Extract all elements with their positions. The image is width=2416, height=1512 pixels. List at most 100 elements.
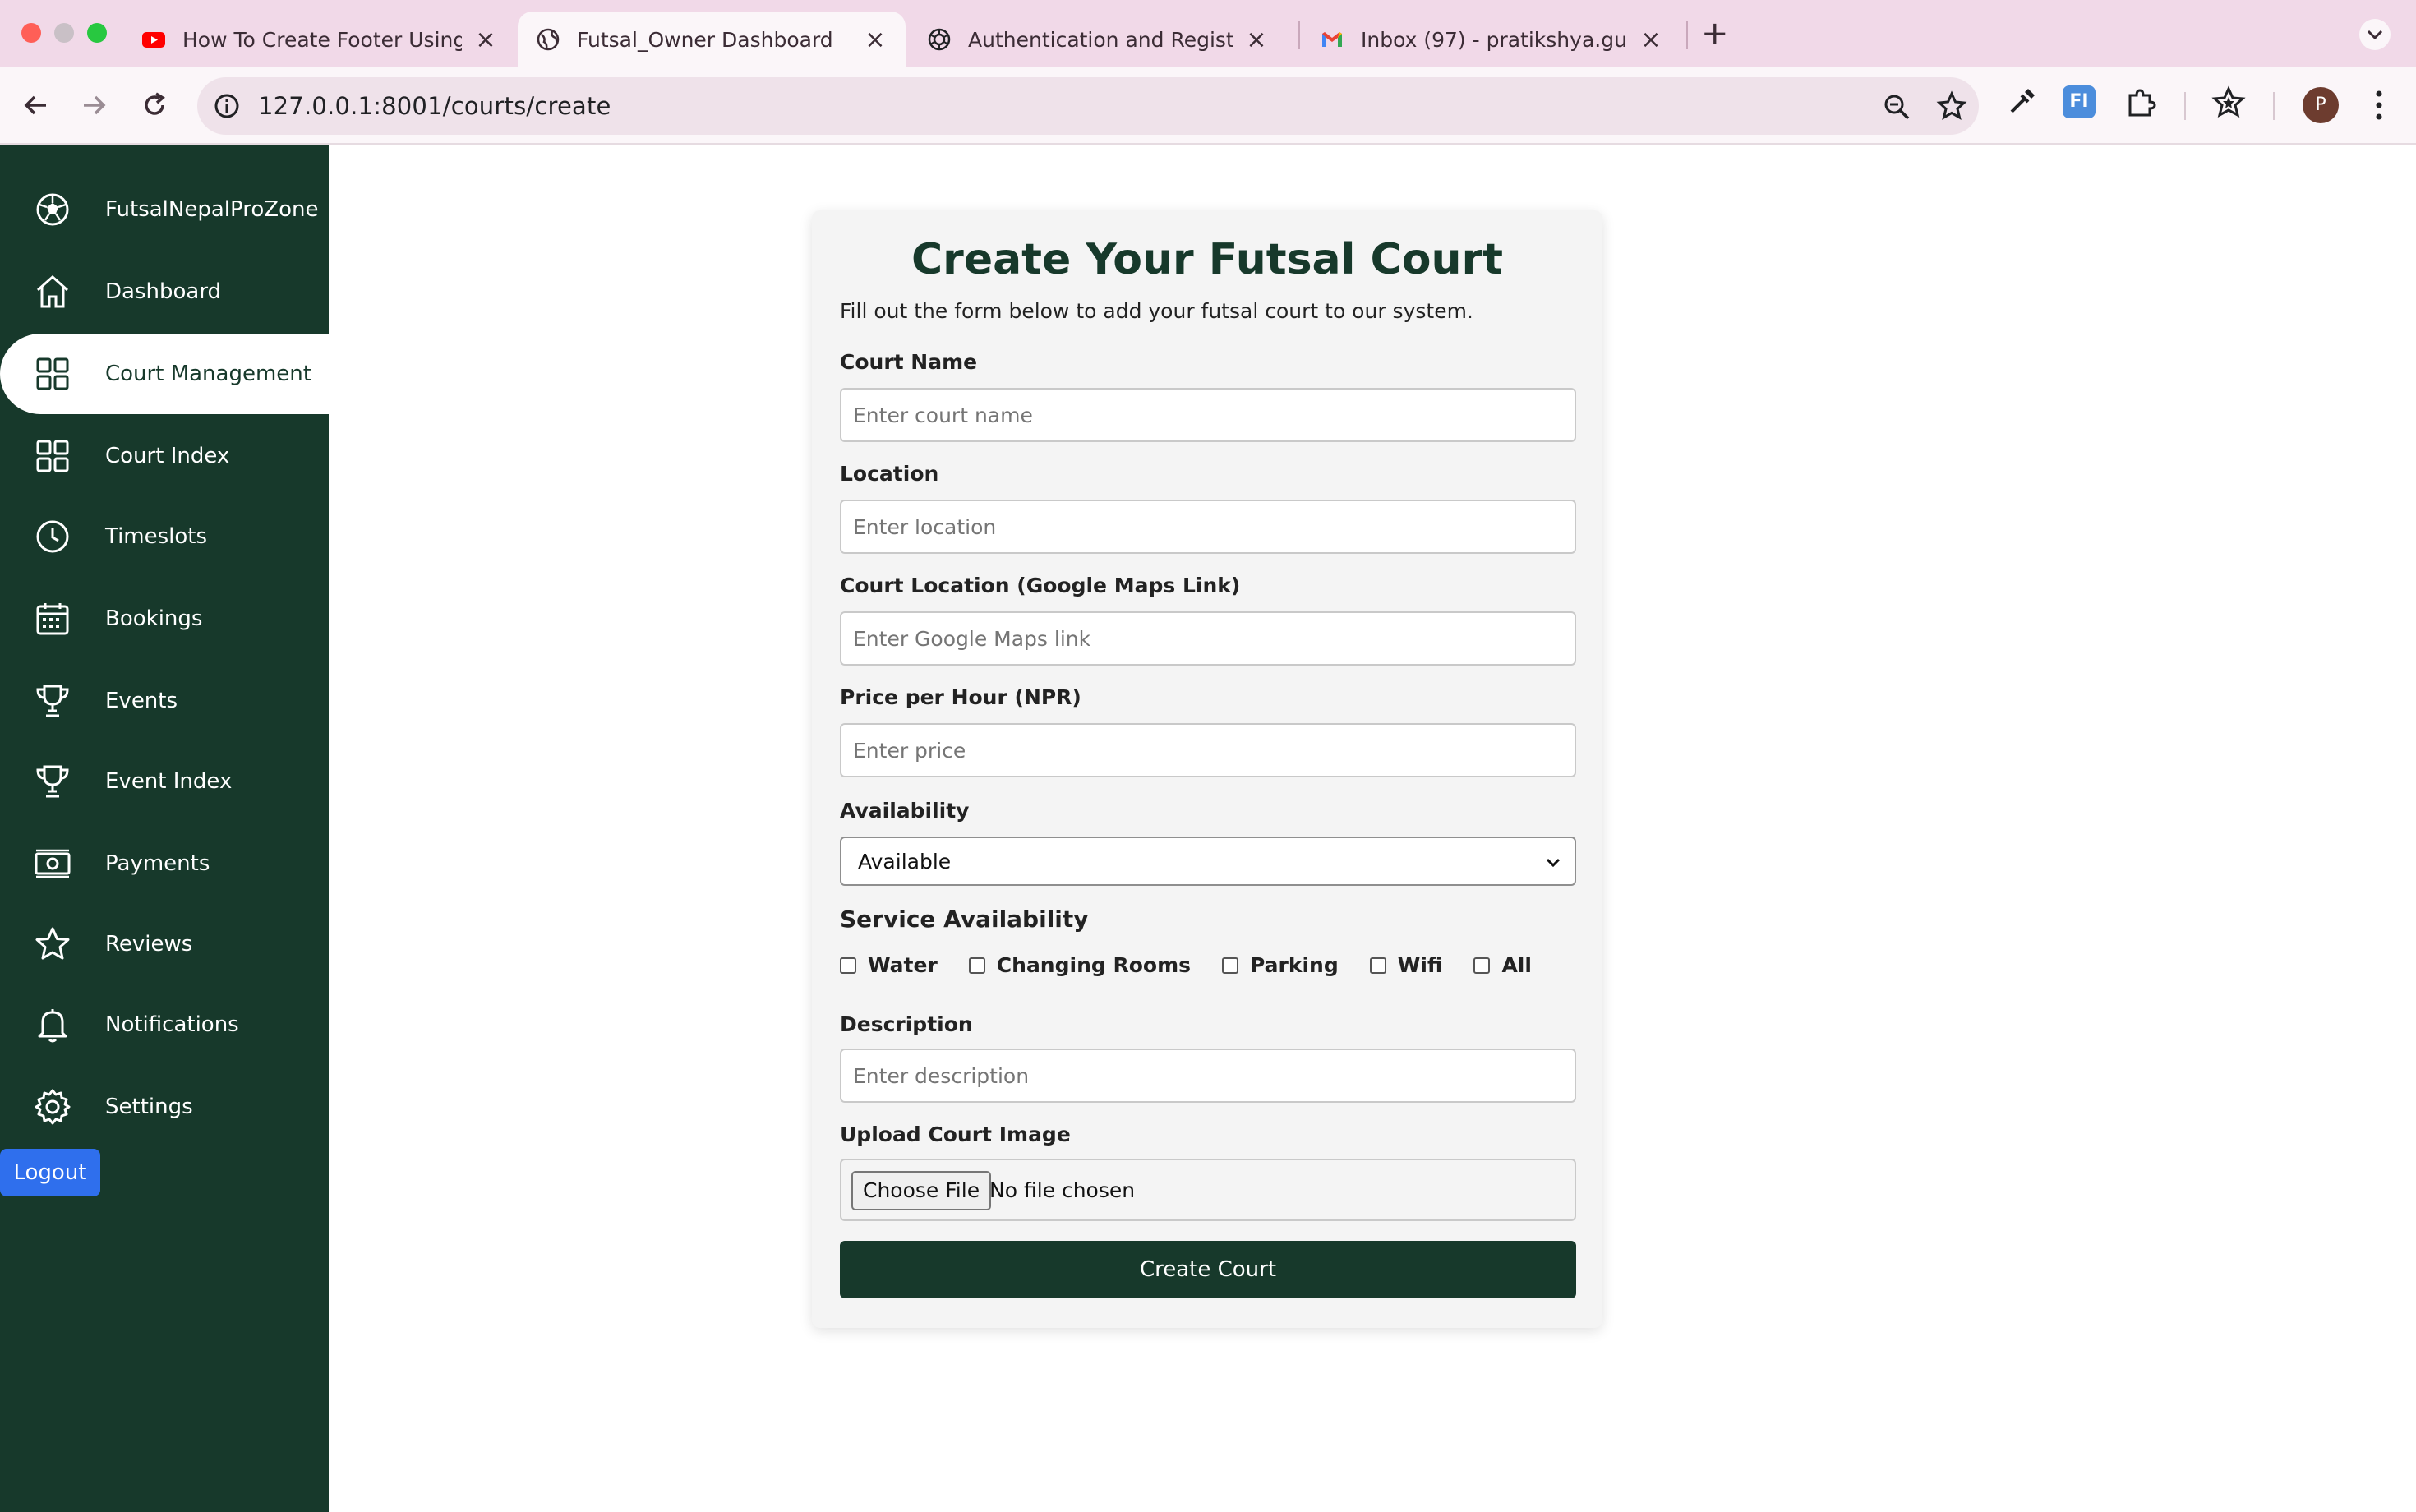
checkbox-label: Water [868, 953, 938, 977]
maps-link-label: Court Location (Google Maps Link) [840, 574, 1241, 597]
all-checkbox[interactable] [1473, 957, 1491, 974]
availability-select[interactable]: Available [840, 837, 1576, 886]
tab-close-icon[interactable]: × [1639, 25, 1663, 54]
sidebar-item-label: Court Management [105, 362, 311, 386]
clock-icon [36, 520, 69, 553]
bell-icon [38, 1009, 67, 1043]
grid-icon [36, 440, 69, 472]
toolbar-separator [2273, 92, 2275, 120]
sidebar-item-reviews[interactable]: Reviews [0, 904, 329, 984]
wifi-checkbox[interactable] [1369, 957, 1386, 974]
sidebar-item-label: Events [105, 689, 178, 713]
service-option-parking[interactable]: Parking [1222, 953, 1339, 977]
sidebar: FutsalNepalProZone Dashboard Court Manag… [0, 145, 329, 1512]
chevron-down-icon[interactable] [2357, 18, 2393, 51]
service-option-water[interactable]: Water [840, 953, 938, 977]
service-checkbox-group: Water Changing Rooms Parking Wifi All [840, 953, 1563, 977]
page-title: Create Your Futsal Court [911, 235, 1503, 284]
gear-icon [35, 1089, 71, 1125]
window-close-button[interactable] [21, 23, 41, 43]
location-input[interactable] [840, 500, 1576, 554]
calendar-icon [36, 603, 69, 635]
description-input[interactable] [840, 1049, 1576, 1103]
home-icon [37, 274, 68, 308]
gmail-icon [1322, 32, 1342, 47]
price-input[interactable] [840, 723, 1576, 777]
browser-toolbar: 127.0.0.1:8001/courts/create FI P [0, 67, 2416, 145]
sidebar-item-label: Timeslots [105, 524, 208, 549]
tab-close-icon[interactable]: × [473, 25, 498, 54]
eyedropper-extension-icon[interactable] [2003, 84, 2040, 120]
sidebar-item-label: Payments [105, 851, 210, 876]
court-name-label: Court Name [840, 350, 978, 374]
create-court-form: Create Your Futsal Court Fill out the fo… [812, 210, 1602, 1328]
create-court-button[interactable]: Create Court [840, 1241, 1576, 1298]
zoom-icon[interactable] [1882, 92, 1911, 122]
service-option-all[interactable]: All [1473, 953, 1532, 977]
price-label: Price per Hour (NPR) [840, 685, 1081, 709]
maps-link-input[interactable] [840, 611, 1576, 666]
water-checkbox[interactable] [840, 957, 856, 974]
tab-title: Inbox (97) - pratikshya.gurung [1361, 27, 1627, 52]
browser-tab-gmail[interactable]: Inbox (97) - pratikshya.gurung × [1302, 12, 1681, 67]
new-tab-button[interactable]: + [1701, 15, 1729, 53]
url-text[interactable]: 127.0.0.1:8001/courts/create [258, 92, 611, 120]
service-option-changing-rooms[interactable]: Changing Rooms [968, 953, 1191, 977]
sidebar-item-payments[interactable]: Payments [0, 823, 329, 904]
bookmark-star-icon[interactable] [1936, 90, 1967, 122]
fi-extension-icon[interactable]: FI [2063, 85, 2096, 118]
choose-file-button[interactable]: Choose File [851, 1171, 992, 1210]
tab-separator [1686, 21, 1688, 49]
sidebar-item-events[interactable]: Events [0, 661, 329, 741]
sidebar-item-label: Court Index [105, 444, 230, 468]
back-arrow-icon[interactable] [18, 87, 54, 123]
grid-icon [36, 357, 69, 390]
sidebar-item-settings[interactable]: Settings [0, 1067, 329, 1147]
checkbox-label: All [1501, 953, 1532, 977]
court-name-input[interactable] [840, 388, 1576, 442]
browser-tab-chatgpt[interactable]: Authentication and Registration × [909, 12, 1287, 67]
address-bar[interactable]: 127.0.0.1:8001/courts/create [197, 77, 1979, 135]
tab-close-icon[interactable]: × [1244, 25, 1269, 54]
window-maximize-button[interactable] [87, 23, 107, 43]
browser-tab-youtube[interactable]: How To Create Footer Using HTML × [123, 12, 516, 67]
profile-avatar[interactable]: P [2303, 87, 2339, 123]
sidebar-item-court-management[interactable]: Court Management [0, 334, 329, 414]
more-menu-icon[interactable] [2367, 85, 2391, 125]
changing-rooms-checkbox[interactable] [968, 957, 985, 974]
service-option-wifi[interactable]: Wifi [1369, 953, 1443, 977]
star-icon [35, 927, 70, 960]
site-info-icon[interactable] [212, 91, 242, 121]
window-minimize-button[interactable] [54, 23, 74, 43]
sidebar-item-timeslots[interactable]: Timeslots [0, 496, 329, 577]
tab-title: Futsal_Owner Dashboard [577, 27, 833, 52]
forward-arrow-icon[interactable] [76, 87, 112, 123]
money-icon [35, 849, 71, 878]
upload-image-label: Upload Court Image [840, 1122, 1071, 1146]
extensions-puzzle-icon[interactable] [2122, 84, 2158, 120]
bookmarks-star-icon[interactable] [2211, 84, 2247, 120]
chevron-down-icon [1546, 858, 1561, 868]
service-availability-heading: Service Availability [840, 906, 1089, 933]
logout-button[interactable]: Logout [0, 1149, 100, 1196]
parking-checkbox[interactable] [1222, 957, 1239, 974]
browser-tab-futsal-dashboard[interactable]: Futsal_Owner Dashboard × [518, 12, 906, 67]
soccer-ball-icon [36, 193, 69, 226]
sidebar-item-notifications[interactable]: Notifications [0, 984, 329, 1065]
checkbox-label: Parking [1250, 953, 1339, 977]
sidebar-item-event-index[interactable]: Event Index [0, 741, 329, 822]
tab-title: How To Create Footer Using HTML [182, 27, 462, 52]
sidebar-item-court-index[interactable]: Court Index [0, 416, 329, 496]
description-label: Description [840, 1012, 973, 1036]
sidebar-brand[interactable]: FutsalNepalProZone [0, 169, 329, 250]
sidebar-item-dashboard[interactable]: Dashboard [0, 251, 329, 332]
sidebar-item-label: Dashboard [105, 279, 222, 304]
checkbox-label: Wifi [1397, 953, 1443, 977]
tab-close-icon[interactable]: × [863, 25, 888, 54]
location-label: Location [840, 462, 939, 486]
availability-selected-value: Available [858, 850, 952, 874]
sidebar-item-bookings[interactable]: Bookings [0, 579, 329, 659]
file-status-text: No file chosen [989, 1178, 1136, 1202]
tab-title: Authentication and Registration [968, 27, 1233, 52]
reload-icon[interactable] [136, 87, 173, 123]
